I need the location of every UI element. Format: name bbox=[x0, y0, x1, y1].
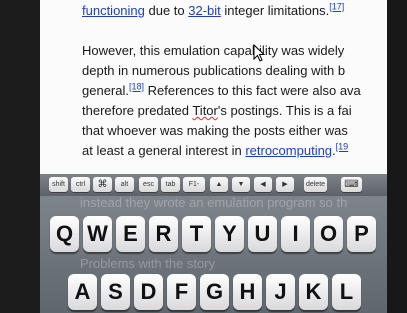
key-i[interactable]: I bbox=[281, 216, 310, 252]
text-span: general. bbox=[82, 83, 129, 98]
virtual-keyboard: instead they wrote an emulation program … bbox=[40, 196, 387, 313]
mouse-pointer-icon bbox=[253, 44, 265, 62]
text-span: 's postings. This is a fai bbox=[217, 103, 352, 118]
key-p[interactable]: P bbox=[347, 216, 376, 252]
key-l[interactable]: L bbox=[332, 274, 361, 310]
key-a[interactable]: A bbox=[68, 274, 97, 310]
article-line-7: at least a general interest in retrocomp… bbox=[82, 141, 348, 161]
key-q[interactable]: Q bbox=[50, 216, 79, 252]
key-r[interactable]: R bbox=[149, 216, 178, 252]
key-u[interactable]: U bbox=[248, 216, 277, 252]
key-g[interactable]: G bbox=[200, 274, 229, 310]
keyboard-icon: ⌨ bbox=[344, 179, 359, 190]
arrow-down-key[interactable]: ▼ bbox=[232, 177, 250, 192]
text-span: References to this fact were also ava bbox=[144, 83, 361, 98]
arrow-left-icon: ◀ bbox=[260, 181, 266, 188]
text-span: integer limitations. bbox=[220, 3, 330, 18]
article-line-3: depth in numerous publications dealing w… bbox=[82, 63, 346, 78]
ref-17-link[interactable]: [17] bbox=[329, 2, 344, 12]
functioning-link[interactable]: functioning bbox=[82, 3, 145, 18]
key-y[interactable]: Y bbox=[215, 216, 244, 252]
device-frame-left bbox=[0, 0, 40, 313]
shift-key[interactable]: shift bbox=[49, 177, 68, 192]
f1-f12-key[interactable]: F1-F12 bbox=[183, 177, 205, 192]
ref-18-link[interactable]: [18] bbox=[129, 82, 144, 92]
retrocomputing-link[interactable]: retrocomputing bbox=[245, 143, 332, 158]
ref-19-link[interactable]: [19 bbox=[336, 142, 349, 152]
text-span: therefore predated bbox=[82, 103, 193, 118]
article-line-1: functioning due to 32-bit integer limita… bbox=[82, 1, 344, 21]
arrow-down-icon: ▼ bbox=[237, 181, 245, 188]
arrow-right-icon: ▶ bbox=[282, 181, 288, 188]
key-e[interactable]: E bbox=[116, 216, 145, 252]
key-s[interactable]: S bbox=[101, 274, 130, 310]
key-h[interactable]: H bbox=[233, 274, 262, 310]
arrow-right-key[interactable]: ▶ bbox=[276, 177, 294, 192]
device-frame-right bbox=[387, 0, 407, 313]
hide-keyboard-key[interactable]: ⌨ bbox=[341, 177, 362, 192]
key-j[interactable]: J bbox=[266, 274, 295, 310]
cmd-key[interactable]: ⌘ bbox=[93, 177, 112, 192]
delete-key[interactable]: delete bbox=[304, 177, 327, 192]
article-line-5: therefore predated Titor's postings. Thi… bbox=[82, 101, 352, 121]
32-bit-link[interactable]: 32-bit bbox=[188, 3, 221, 18]
alt-key[interactable]: alt bbox=[115, 177, 134, 192]
titor-word: Titor bbox=[192, 103, 218, 118]
article-line-2: However, this emulation capability was w… bbox=[82, 43, 345, 58]
key-w[interactable]: W bbox=[83, 216, 112, 252]
key-d[interactable]: D bbox=[134, 274, 163, 310]
ghost-text-line-1: instead they wrote an emulation program … bbox=[80, 196, 348, 210]
ctrl-key[interactable]: ctrl bbox=[71, 177, 90, 192]
tab-key[interactable]: tab bbox=[161, 177, 180, 192]
ghost-text-line-2: Problems with the story bbox=[80, 256, 216, 271]
article-line-6: that whoever was making the posts either… bbox=[82, 123, 348, 138]
esc-key[interactable]: esc bbox=[139, 177, 158, 192]
modifier-key-bar: shift ctrl ⌘ alt esc tab F1-F12 ▲ ▼ ◀ ▶ … bbox=[40, 174, 387, 196]
command-icon: ⌘ bbox=[97, 179, 108, 190]
key-k[interactable]: K bbox=[299, 274, 328, 310]
article-page: functioning due to 32-bit integer limita… bbox=[40, 0, 387, 175]
key-t[interactable]: T bbox=[182, 216, 211, 252]
arrow-up-icon: ▲ bbox=[215, 181, 223, 188]
arrow-left-key[interactable]: ◀ bbox=[254, 177, 272, 192]
text-span: due to bbox=[144, 3, 189, 18]
text-span: at least a general interest in bbox=[82, 143, 246, 158]
key-f[interactable]: F bbox=[167, 274, 196, 310]
arrow-up-key[interactable]: ▲ bbox=[210, 177, 228, 192]
key-o[interactable]: O bbox=[314, 216, 343, 252]
article-line-4: general.[18] References to this fact wer… bbox=[82, 81, 361, 101]
